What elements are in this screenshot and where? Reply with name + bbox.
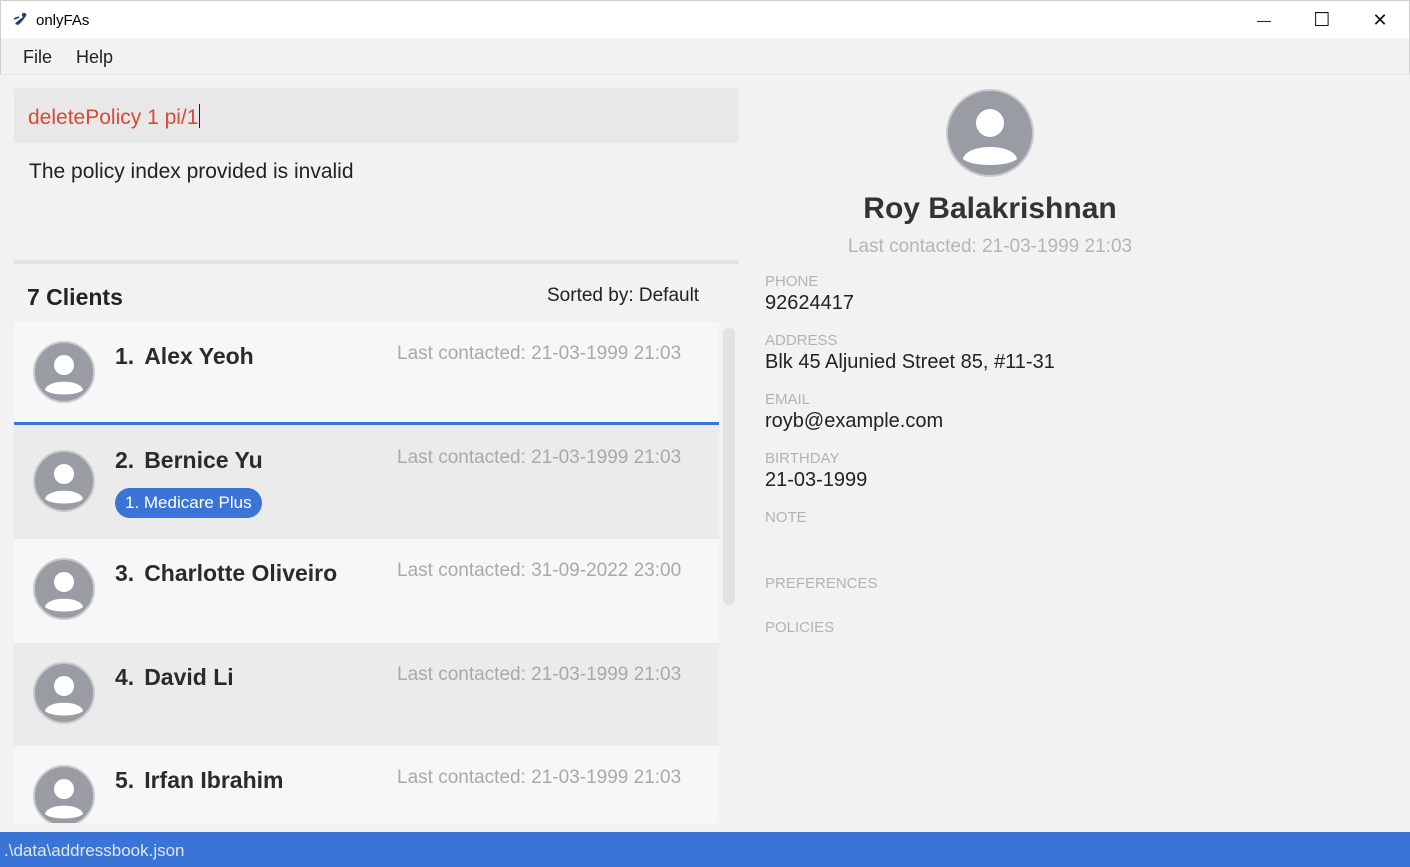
command-box[interactable]: deletePolicy 1 pi/1 — [14, 88, 739, 143]
client-card[interactable]: 4. David Li Last contacted: 21-03-1999 21… — [14, 643, 719, 746]
minimize-button[interactable]: — — [1235, 1, 1293, 39]
text-cursor — [199, 104, 201, 128]
menu-file[interactable]: File — [23, 47, 52, 68]
command-input[interactable]: deletePolicy 1 pi/1 — [28, 106, 198, 129]
client-name: Alex Yeoh — [144, 343, 254, 369]
client-name: David Li — [144, 664, 234, 690]
client-last-contacted: Last contacted: 21-03-1999 21:03 — [397, 447, 682, 468]
maximize-button[interactable]: ☐ — [1293, 1, 1351, 39]
maximize-icon: ☐ — [1313, 9, 1331, 31]
email-value: royb@example.com — [765, 410, 944, 432]
status-bar: .\data\addressbook.json — [0, 832, 1410, 867]
phone-value: 92624417 — [765, 292, 854, 314]
user-avatar-icon — [33, 662, 95, 724]
client-name: Irfan Ibrahim — [144, 767, 284, 793]
user-avatar-icon — [946, 89, 1034, 177]
client-card[interactable]: 1. Alex Yeoh Last contacted: 21-03-1999 2… — [14, 322, 719, 422]
user-avatar-icon — [33, 765, 95, 823]
client-list[interactable]: 1. Alex Yeoh Last contacted: 21-03-1999 2… — [14, 322, 719, 823]
policies-label: POLICIES — [765, 619, 835, 636]
menu-bar: File Help — [0, 38, 1410, 75]
divider — [14, 260, 739, 264]
note-label: NOTE — [765, 509, 807, 526]
client-index: 4. — [115, 664, 135, 690]
user-avatar-icon — [33, 341, 95, 403]
app-logo-icon — [13, 12, 27, 25]
user-avatar-icon — [33, 558, 95, 620]
close-icon: ✕ — [1372, 9, 1388, 30]
detail-client-name: Roy Balakrishnan — [863, 192, 1117, 225]
address-value: Blk 45 Aljunied Street 85, #11-31 — [765, 351, 1055, 373]
client-last-contacted: Last contacted: 21-03-1999 21:03 — [397, 664, 682, 685]
client-card[interactable]: 2. Bernice Yu Last contacted: 21-03-1999 … — [14, 422, 719, 539]
phone-label: PHONE — [765, 273, 819, 290]
address-label: ADDRESS — [765, 332, 838, 349]
client-index: 5. — [115, 767, 135, 793]
client-name: Bernice Yu — [144, 447, 263, 473]
result-message: The policy index provided is invalid — [29, 160, 354, 183]
window-title: onlyFAs — [36, 12, 90, 29]
list-scrollbar[interactable] — [723, 328, 735, 605]
client-card[interactable]: 3. Charlotte Oliveiro Last contacted: 31-… — [14, 539, 719, 643]
client-index: 1. — [115, 343, 135, 369]
birthday-value: 21-03-1999 — [765, 469, 868, 491]
client-last-contacted: Last contacted: 31-09-2022 23:00 — [397, 560, 682, 581]
birthday-label: BIRTHDAY — [765, 450, 840, 467]
save-location: .\data\addressbook.json — [4, 841, 185, 860]
preferences-label: PREFERENCES — [765, 575, 878, 592]
client-name: Charlotte Oliveiro — [144, 560, 338, 586]
sort-label: Sorted by: Default — [547, 285, 700, 306]
menu-help[interactable]: Help — [76, 47, 113, 68]
user-avatar-icon — [33, 450, 95, 512]
close-button[interactable]: ✕ — [1351, 1, 1409, 39]
client-index: 3. — [115, 560, 135, 586]
client-last-contacted: Last contacted: 21-03-1999 21:03 — [397, 767, 682, 788]
minimize-icon: — — [1257, 12, 1271, 28]
client-index: 2. — [115, 447, 135, 473]
policy-tag: 1. Medicare Plus — [115, 488, 262, 518]
email-label: EMAIL — [765, 391, 811, 408]
client-card[interactable]: 5. Irfan Ibrahim Last contacted: 21-03-19… — [14, 746, 719, 823]
client-last-contacted: Last contacted: 21-03-1999 21:03 — [397, 343, 682, 364]
detail-last-contacted: Last contacted: 21-03-1999 21:03 — [847, 236, 1133, 257]
title-bar: onlyFAs — ☐ ✕ — [0, 0, 1410, 38]
client-count: 7 Clients — [27, 284, 123, 310]
